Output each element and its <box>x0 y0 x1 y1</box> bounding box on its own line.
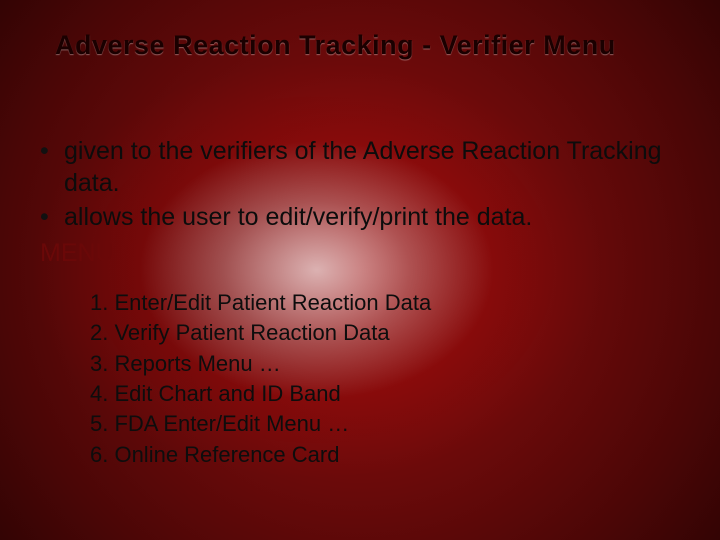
menu-heading: MENU <box>40 239 680 268</box>
menu-item: 2. Verify Patient Reaction Data <box>90 318 680 348</box>
menu-item: 1. Enter/Edit Patient Reaction Data <box>90 288 680 318</box>
menu-list: 1. Enter/Edit Patient Reaction Data 2. V… <box>90 288 680 470</box>
menu-item: 5. FDA Enter/Edit Menu … <box>90 409 680 439</box>
bullet-item: given to the verifiers of the Adverse Re… <box>64 135 680 199</box>
slide-title: Adverse Reaction Tracking - Verifier Men… <box>55 30 665 61</box>
slide: Adverse Reaction Tracking - Verifier Men… <box>0 0 720 540</box>
menu-item: 3. Reports Menu … <box>90 349 680 379</box>
slide-body: given to the verifiers of the Adverse Re… <box>30 135 680 470</box>
bullet-item: allows the user to edit/verify/print the… <box>64 201 680 233</box>
menu-item: 6. Online Reference Card <box>90 440 680 470</box>
menu-item: 4. Edit Chart and ID Band <box>90 379 680 409</box>
bullet-list: given to the verifiers of the Adverse Re… <box>30 135 680 233</box>
